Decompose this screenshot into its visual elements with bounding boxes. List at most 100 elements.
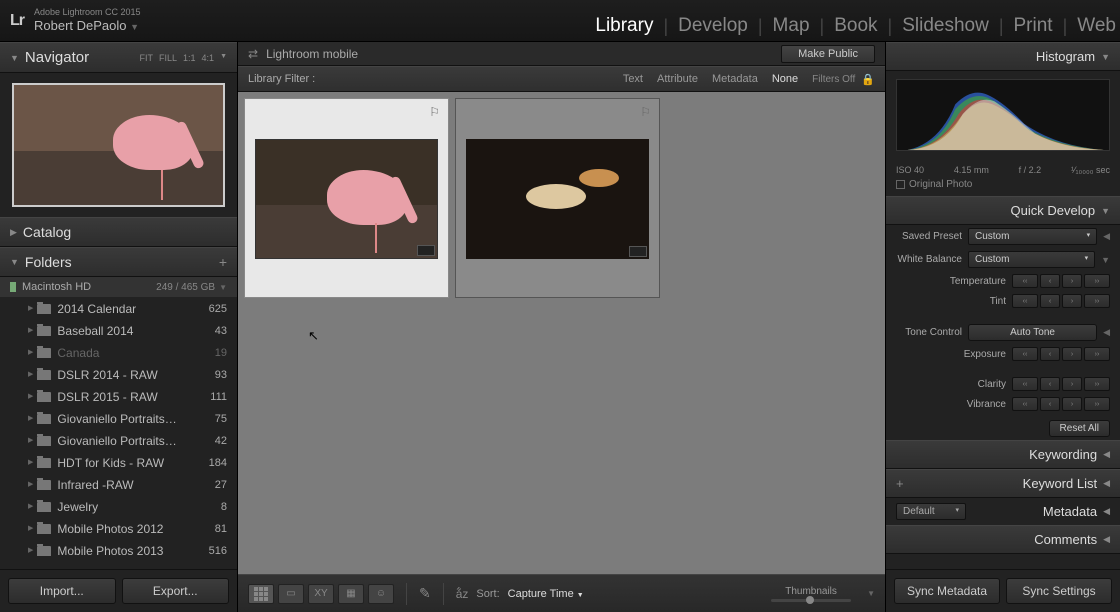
module-slideshow[interactable]: Slideshow xyxy=(898,15,993,39)
module-map[interactable]: Map xyxy=(769,15,814,39)
step-inc[interactable]: › xyxy=(1062,397,1082,411)
step-dec[interactable]: ‹ xyxy=(1040,397,1060,411)
make-public-button[interactable]: Make Public xyxy=(781,45,875,63)
add-folder-button[interactable]: + xyxy=(219,254,227,270)
step-dec-large[interactable]: ‹‹ xyxy=(1012,294,1038,308)
step-inc-large[interactable]: ›› xyxy=(1084,347,1110,361)
step-dec[interactable]: ‹ xyxy=(1040,294,1060,308)
folder-row[interactable]: ▶Mobile Photos 2013516 xyxy=(0,540,237,562)
navigator-header[interactable]: ▼ Navigator FITFILL1:14:1▼ xyxy=(0,42,237,73)
step-inc[interactable]: › xyxy=(1062,347,1082,361)
sort-direction-icon[interactable]: a͋z xyxy=(456,587,469,601)
sync-settings-button[interactable]: Sync Settings xyxy=(1006,578,1112,604)
module-web[interactable]: Web xyxy=(1073,15,1120,39)
module-library[interactable]: Library xyxy=(591,15,657,39)
sync-metadata-button[interactable]: Sync Metadata xyxy=(894,578,1000,604)
filter-none[interactable]: None xyxy=(772,73,798,85)
step-dec[interactable]: ‹ xyxy=(1040,347,1060,361)
auto-tone-button[interactable]: Auto Tone xyxy=(968,324,1097,341)
module-print[interactable]: Print xyxy=(1010,15,1057,39)
triangle-down-icon[interactable]: ▼ xyxy=(220,53,227,63)
filter-attribute[interactable]: Attribute xyxy=(657,73,698,85)
folder-row[interactable]: ▶Infrared -RAW27 xyxy=(0,474,237,496)
expand-icon[interactable]: ▼ xyxy=(1101,255,1110,265)
saved-preset-select[interactable]: Custom▾ xyxy=(968,228,1097,245)
catalog-header[interactable]: ▶ Catalog xyxy=(0,217,237,247)
reset-all-button[interactable]: Reset All xyxy=(1049,420,1110,437)
step-dec[interactable]: ‹ xyxy=(1040,377,1060,391)
folder-row[interactable]: ▶Jewelry8 xyxy=(0,496,237,518)
folder-row[interactable]: ▶Giovaniello Portraits…75 xyxy=(0,408,237,430)
folder-row[interactable]: ▶Mobile Photos 201281 xyxy=(0,518,237,540)
histogram-chart[interactable] xyxy=(886,71,1120,161)
filters-off-label[interactable]: Filters Off xyxy=(812,74,855,85)
step-dec-large[interactable]: ‹‹ xyxy=(1012,274,1038,288)
painter-tool-icon[interactable]: ✎ xyxy=(419,585,431,602)
filter-text[interactable]: Text xyxy=(623,73,643,85)
grid-cell[interactable]: ⚐ xyxy=(455,98,660,298)
keywording-header[interactable]: Keywording ◀ xyxy=(886,440,1120,469)
keyword-list-header[interactable]: + Keyword List ◀ xyxy=(886,469,1120,498)
step-inc[interactable]: › xyxy=(1062,274,1082,288)
step-inc-large[interactable]: ›› xyxy=(1084,397,1110,411)
thumbnail-slider[interactable] xyxy=(771,599,851,602)
step-dec-large[interactable]: ‹‹ xyxy=(1012,377,1038,391)
folder-icon xyxy=(37,348,51,358)
step-dec-large[interactable]: ‹‹ xyxy=(1012,397,1038,411)
people-view-button[interactable]: ☺ xyxy=(368,584,394,604)
triangle-down-icon[interactable]: ▼ xyxy=(219,283,227,292)
nav-zoom-fill[interactable]: FILL xyxy=(159,53,177,63)
comments-header[interactable]: Comments ◀ xyxy=(886,525,1120,554)
grid-cell[interactable]: ⚐ xyxy=(244,98,449,298)
add-keyword-icon[interactable]: + xyxy=(896,476,904,491)
module-develop[interactable]: Develop xyxy=(674,15,752,39)
step-dec-large[interactable]: ‹‹ xyxy=(1012,347,1038,361)
folder-row[interactable]: ▶DSLR 2014 - RAW93 xyxy=(0,364,237,386)
original-photo-checkbox[interactable]: Original Photo xyxy=(886,177,1120,196)
survey-view-button[interactable]: ▦ xyxy=(338,584,364,604)
loupe-view-button[interactable]: ▭ xyxy=(278,584,304,604)
flag-icon[interactable]: ⚐ xyxy=(429,105,440,119)
sync-icon[interactable]: ⇄ xyxy=(248,47,258,61)
step-dec[interactable]: ‹ xyxy=(1040,274,1060,288)
folders-header[interactable]: ▼ Folders + xyxy=(0,247,237,277)
metadata-header[interactable]: Metadata ◀ xyxy=(966,498,1120,525)
folder-row[interactable]: ▶Canada19 xyxy=(0,342,237,364)
thumbnail-badge[interactable] xyxy=(629,246,647,257)
step-inc[interactable]: › xyxy=(1062,294,1082,308)
thumbnail-badge[interactable] xyxy=(417,245,435,256)
nav-zoom-4:1[interactable]: 4:1 xyxy=(202,53,215,63)
sort-value[interactable]: Capture Time ▼ xyxy=(508,588,584,600)
nav-zoom-fit[interactable]: FIT xyxy=(140,53,154,63)
module-book[interactable]: Book xyxy=(830,15,881,39)
step-inc[interactable]: › xyxy=(1062,377,1082,391)
histogram-header[interactable]: Histogram ▼ xyxy=(886,42,1120,71)
folder-row[interactable]: ▶Baseball 201443 xyxy=(0,320,237,342)
lock-icon[interactable]: 🔒 xyxy=(861,73,875,86)
quick-develop-header[interactable]: Quick Develop ▼ xyxy=(886,196,1120,225)
folder-row[interactable]: ▶HDT for Kids - RAW184 xyxy=(0,452,237,474)
grid-view[interactable]: ⚐ ⚐ xyxy=(238,92,885,574)
step-inc-large[interactable]: ›› xyxy=(1084,274,1110,288)
filter-metadata[interactable]: Metadata xyxy=(712,73,758,85)
expand-icon[interactable]: ◀ xyxy=(1103,327,1110,338)
step-inc-large[interactable]: ›› xyxy=(1084,377,1110,391)
nav-zoom-1:1[interactable]: 1:1 xyxy=(183,53,196,63)
identity-plate[interactable]: Robert DePaolo ▼ xyxy=(34,18,141,34)
navigator-preview[interactable] xyxy=(0,73,237,217)
expand-icon[interactable]: ◀ xyxy=(1103,231,1110,242)
folder-row[interactable]: ▶DSLR 2015 - RAW111 xyxy=(0,386,237,408)
grid-view-button[interactable] xyxy=(248,584,274,604)
folder-row[interactable]: ▶Giovaniello Portraits…42 xyxy=(0,430,237,452)
step-inc-large[interactable]: ›› xyxy=(1084,294,1110,308)
drive-row[interactable]: Macintosh HD 249 / 465 GB ▼ xyxy=(0,277,237,298)
toolbar-menu-icon[interactable]: ▼ xyxy=(867,589,875,598)
compare-view-button[interactable]: XY xyxy=(308,584,334,604)
export-button[interactable]: Export... xyxy=(122,578,230,604)
sync-label[interactable]: Lightroom mobile xyxy=(266,47,358,61)
flag-icon[interactable]: ⚐ xyxy=(640,105,651,119)
white-balance-select[interactable]: Custom▾ xyxy=(968,251,1095,268)
import-button[interactable]: Import... xyxy=(8,578,116,604)
folder-row[interactable]: ▶2014 Calendar625 xyxy=(0,298,237,320)
metadata-preset-select[interactable]: Default▾ xyxy=(896,503,966,520)
